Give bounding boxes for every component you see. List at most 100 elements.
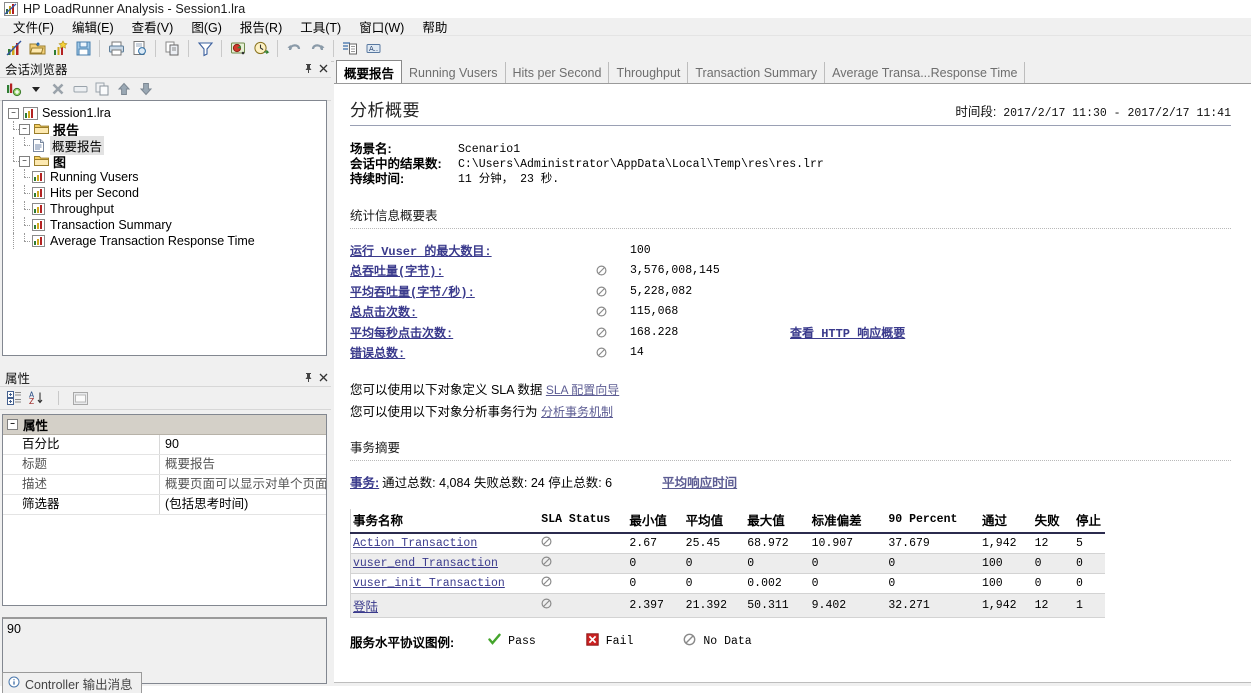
new-analysis-icon[interactable]: [3, 38, 25, 60]
transaction-name-link[interactable]: vuser_init Transaction: [353, 577, 505, 590]
average-response-time-link[interactable]: 平均响应时间: [662, 476, 737, 490]
collapse-toggle-properties[interactable]: −: [7, 419, 18, 430]
pin-icon[interactable]: [301, 370, 316, 385]
print-preview-icon[interactable]: [128, 38, 150, 60]
move-down-icon[interactable]: [136, 80, 156, 99]
properties-group-header[interactable]: − 属性: [3, 415, 326, 435]
set-granularity-icon[interactable]: [227, 38, 249, 60]
tab-transaction-summary[interactable]: Transaction Summary: [688, 62, 826, 83]
stat-link[interactable]: 错误总数:: [350, 347, 405, 361]
auto-correlate-icon[interactable]: [250, 38, 272, 60]
col-fail[interactable]: 失败: [1032, 509, 1074, 534]
table-row[interactable]: 登陆 2.397 21.392 50.311 9.402 32.271 1,94…: [350, 593, 1105, 618]
menu-file[interactable]: 文件(F): [4, 16, 63, 37]
close-icon[interactable]: [316, 370, 331, 385]
sla-configuration-wizard-link[interactable]: SLA 配置向导: [546, 383, 619, 397]
add-graph-icon[interactable]: [4, 80, 24, 99]
transaction-name-link[interactable]: Action Transaction: [353, 537, 477, 550]
transaction-name-link[interactable]: vuser_end Transaction: [353, 557, 498, 570]
alphabetical-icon[interactable]: A Z: [26, 389, 46, 408]
view-http-response-summary-link[interactable]: 查看 HTTP 响应概要: [790, 327, 905, 341]
tree-item-transaction-summary[interactable]: Transaction Summary: [8, 217, 326, 233]
analyze-transaction-mechanism-link[interactable]: 分析事务机制: [541, 405, 613, 419]
tab-hits-per-second[interactable]: Hits per Second: [506, 62, 610, 83]
delete-icon[interactable]: [48, 80, 68, 99]
expand-toggle-root[interactable]: −: [8, 107, 19, 119]
configure-icon[interactable]: [339, 38, 361, 60]
col-sla-status[interactable]: SLA Status: [539, 509, 628, 534]
property-row-title[interactable]: 标题 概要报告: [3, 455, 326, 475]
menu-graph[interactable]: 图(G): [182, 16, 231, 37]
stat-link[interactable]: 总吞吐量(字节):: [350, 265, 444, 279]
redo-icon[interactable]: [306, 38, 328, 60]
tree-item-running-vusers[interactable]: Running Vusers: [8, 169, 326, 185]
cell-transaction-name[interactable]: vuser_init Transaction: [350, 573, 540, 594]
stat-label[interactable]: 总吞吐量(字节):: [350, 262, 596, 279]
property-row-description[interactable]: 描述 概要页面可以显示对单个页面的: [3, 475, 326, 495]
tab-summary-report[interactable]: 概要报告: [336, 60, 403, 84]
rename-icon[interactable]: [70, 80, 90, 99]
menu-report[interactable]: 报告(R): [231, 16, 291, 37]
properties-grid[interactable]: − 属性 百分比 90 标题 概要报告 描述 概要页面可以显示对单个页面的 筛选…: [2, 414, 327, 606]
menu-tools[interactable]: 工具(T): [291, 16, 350, 37]
property-row-filter[interactable]: 筛选器 (包括思考时间): [3, 495, 326, 515]
menu-window[interactable]: 窗口(W): [350, 16, 413, 37]
new-graph-icon[interactable]: [49, 38, 71, 60]
stat-label[interactable]: 平均吞吐量(字节/秒):: [350, 283, 596, 300]
print-icon[interactable]: [105, 38, 127, 60]
stat-link[interactable]: 运行 Vuser 的最大数目:: [350, 245, 492, 259]
transactions-link[interactable]: 事务:: [350, 472, 379, 491]
open-icon[interactable]: [26, 38, 48, 60]
cell-transaction-name[interactable]: vuser_end Transaction: [350, 553, 540, 574]
col-min[interactable]: 最小值: [627, 509, 684, 534]
stat-link[interactable]: 总点击次数:: [350, 306, 417, 320]
copy-to-clipboard-icon[interactable]: [161, 38, 183, 60]
property-pages-icon[interactable]: [70, 389, 90, 408]
transaction-name-link[interactable]: 登陆: [353, 600, 378, 614]
stat-label[interactable]: 运行 Vuser 的最大数目:: [350, 242, 596, 259]
dropdown-arrow-icon[interactable]: [26, 80, 46, 99]
tree-item-avg-transaction-response-time[interactable]: Average Transaction Response Time: [8, 233, 326, 249]
col-max[interactable]: 最大值: [745, 509, 810, 534]
menu-view[interactable]: 查看(V): [123, 16, 183, 37]
table-row[interactable]: vuser_init Transaction 0 0 0.002 0 0 100…: [350, 573, 1105, 594]
stat-link[interactable]: 平均吞吐量(字节/秒):: [350, 286, 475, 300]
save-icon[interactable]: [72, 38, 94, 60]
col-transaction-name[interactable]: 事务名称: [350, 509, 540, 534]
table-row[interactable]: Action Transaction 2.67 25.45 68.972 10.…: [350, 533, 1105, 554]
pin-icon[interactable]: [301, 61, 316, 76]
expand-toggle-reports[interactable]: −: [19, 123, 30, 135]
col-std-deviation[interactable]: 标准偏差: [809, 509, 887, 534]
tab-average-transaction-response-time[interactable]: Average Transa...Response Time: [825, 62, 1026, 83]
tab-throughput[interactable]: Throughput: [609, 62, 689, 83]
col-stop[interactable]: 停止: [1073, 509, 1105, 534]
cell-transaction-name[interactable]: 登陆: [350, 593, 540, 618]
undo-icon[interactable]: [283, 38, 305, 60]
col-pass[interactable]: 通过: [979, 509, 1033, 534]
cell-transaction-name[interactable]: Action Transaction: [350, 533, 540, 554]
avg-response-time-link-slot[interactable]: 平均响应时间: [662, 472, 737, 491]
stat-label[interactable]: 错误总数:: [350, 344, 596, 361]
session-tree-container[interactable]: − Session1.lra − 报告 概要报告 − 图 Running Vus…: [2, 100, 327, 356]
stat-label[interactable]: 平均每秒点击次数:: [350, 324, 596, 341]
table-row[interactable]: vuser_end Transaction 0 0 0 0 0 100 0 0: [350, 553, 1105, 574]
menu-edit[interactable]: 编辑(E): [63, 16, 123, 37]
menu-help[interactable]: 帮助: [413, 16, 456, 37]
stat-label[interactable]: 总点击次数:: [350, 303, 596, 320]
close-icon[interactable]: [316, 61, 331, 76]
tab-running-vusers[interactable]: Running Vusers: [402, 62, 506, 83]
move-up-icon[interactable]: [114, 80, 134, 99]
property-value-percent[interactable]: 90: [160, 435, 326, 454]
col-avg[interactable]: 平均值: [683, 509, 746, 534]
status-tab-controller-output[interactable]: Controller 输出消息: [2, 672, 142, 693]
tree-node-graphs[interactable]: − 图: [8, 153, 326, 170]
tree-item-hits-per-second[interactable]: Hits per Second: [8, 185, 326, 201]
duplicate-icon[interactable]: [92, 80, 112, 99]
property-row-percent[interactable]: 百分比 90: [3, 435, 326, 455]
stat-link[interactable]: 平均每秒点击次数:: [350, 327, 453, 341]
categorized-icon[interactable]: [4, 389, 24, 408]
tree-item-throughput[interactable]: Throughput: [8, 201, 326, 217]
about-icon[interactable]: A..: [362, 38, 384, 60]
filter-icon[interactable]: [194, 38, 216, 60]
http-response-summary-link-slot[interactable]: 查看 HTTP 响应概要: [790, 324, 905, 341]
